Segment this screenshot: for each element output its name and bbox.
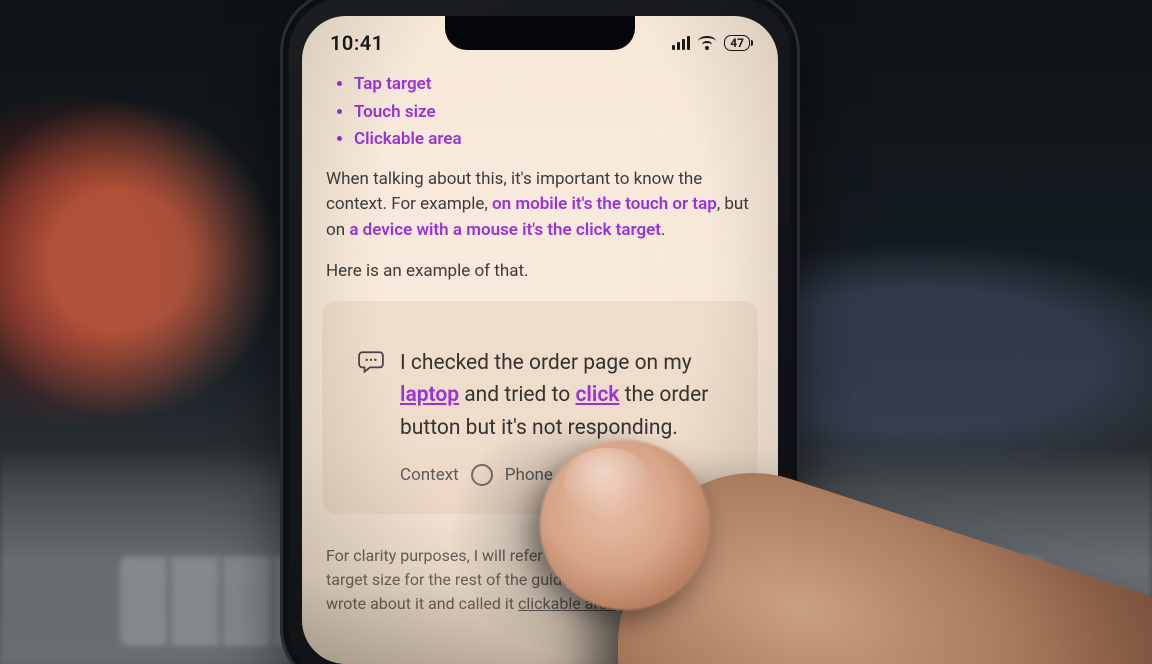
link-clickable-area[interactable]: Clickable area bbox=[354, 129, 462, 149]
radio-unchecked-icon[interactable] bbox=[471, 464, 493, 486]
callout-text: I checked the order page on my laptop an… bbox=[400, 347, 722, 445]
cellular-icon bbox=[672, 36, 690, 50]
link-touch-size[interactable]: Touch size bbox=[354, 102, 436, 122]
speech-bubble-icon bbox=[358, 351, 384, 373]
status-time: 10:41 bbox=[330, 31, 384, 55]
photo-scene: 10:41 47 Tap target Touch size Clickable bbox=[0, 0, 1152, 664]
battery-indicator: 47 bbox=[724, 35, 750, 51]
battery-level: 47 bbox=[730, 37, 744, 49]
terms-list: Tap target Touch size Clickable area bbox=[326, 72, 754, 153]
paragraph-example-intro: Here is an example of that. bbox=[326, 259, 754, 285]
link-clickable-area-inline[interactable]: clickable area bbox=[518, 594, 616, 613]
article-content[interactable]: Tap target Touch size Clickable area Whe… bbox=[302, 72, 778, 656]
link-laptop[interactable]: laptop bbox=[400, 383, 459, 407]
link-tap-target[interactable]: Tap target bbox=[354, 74, 432, 94]
example-callout: I checked the order page on my laptop an… bbox=[322, 301, 758, 515]
context-switcher[interactable]: Context Phone bbox=[400, 462, 722, 488]
phone-notch bbox=[445, 16, 635, 50]
context-option-phone[interactable]: Phone bbox=[505, 462, 553, 488]
paragraph-footer: For clarity purposes, I will refer to th… bbox=[326, 544, 754, 616]
phone-screen[interactable]: 10:41 47 Tap target Touch size Clickable bbox=[302, 16, 778, 664]
link-click[interactable]: click bbox=[575, 383, 619, 407]
context-label: Context bbox=[400, 462, 459, 488]
link-mobile-touch[interactable]: on mobile it's the touch or tap bbox=[492, 194, 717, 214]
link-mouse-click[interactable]: a device with a mouse it's the click tar… bbox=[349, 220, 661, 240]
wifi-icon bbox=[698, 36, 716, 50]
paragraph-context: When talking about this, it's important … bbox=[326, 167, 754, 244]
iphone-device: 10:41 47 Tap target Touch size Clickable bbox=[280, 0, 800, 664]
